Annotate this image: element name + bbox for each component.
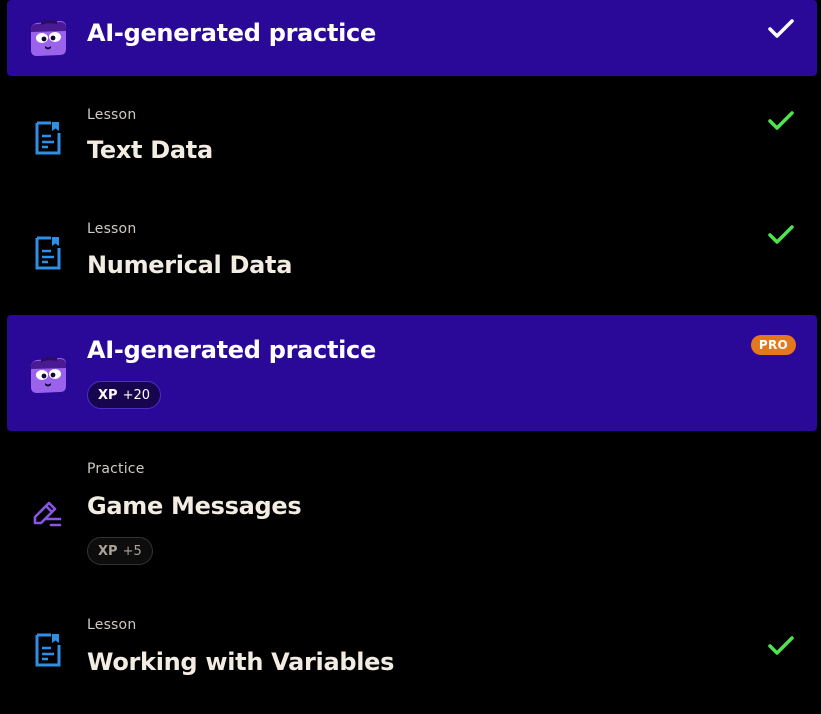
document-icon (35, 121, 61, 159)
item-kind-label: Lesson (87, 107, 137, 123)
item-title: Game Messages (87, 492, 302, 520)
robot-mascot-icon (27, 355, 69, 399)
item-title: AI-generated practice (87, 19, 376, 47)
item-kind-label: Lesson (87, 221, 137, 237)
item-kind-label: Practice (87, 461, 145, 477)
xp-label: XP (98, 387, 118, 403)
check-icon (767, 18, 795, 44)
check-icon (767, 110, 795, 136)
pro-badge: PRO (750, 335, 796, 355)
document-icon (35, 633, 61, 671)
list-item-lesson-text-data[interactable]: Lesson Text Data (7, 98, 817, 198)
item-title: Numerical Data (87, 251, 293, 279)
list-item-lesson-numerical-data[interactable]: Lesson Numerical Data (7, 212, 817, 312)
list-item-practice-game-messages[interactable]: Practice Game Messages XP +5 (7, 452, 817, 582)
xp-value: +20 (122, 387, 150, 403)
robot-mascot-icon (27, 18, 69, 62)
list-item-ai-practice-completed[interactable]: AI-generated practice (7, 0, 817, 76)
xp-value: +5 (122, 543, 142, 559)
list-item-ai-practice-pro[interactable]: AI-generated practice XP +20 PRO (7, 315, 817, 431)
xp-badge: XP +20 (87, 381, 161, 409)
xp-label: XP (98, 543, 118, 559)
check-icon (767, 635, 795, 661)
xp-badge: XP +5 (87, 537, 153, 565)
pencil-edit-icon (31, 499, 63, 533)
check-icon (767, 224, 795, 250)
item-title: AI-generated practice (87, 336, 376, 364)
document-icon (35, 236, 61, 274)
item-title: Working with Variables (87, 648, 395, 676)
course-content-list: AI-generated practice Lesson Text Data L… (0, 0, 821, 714)
item-kind-label: Lesson (87, 617, 137, 633)
list-item-lesson-working-with-variables[interactable]: Lesson Working with Variables (7, 608, 817, 708)
item-title: Text Data (87, 136, 213, 164)
